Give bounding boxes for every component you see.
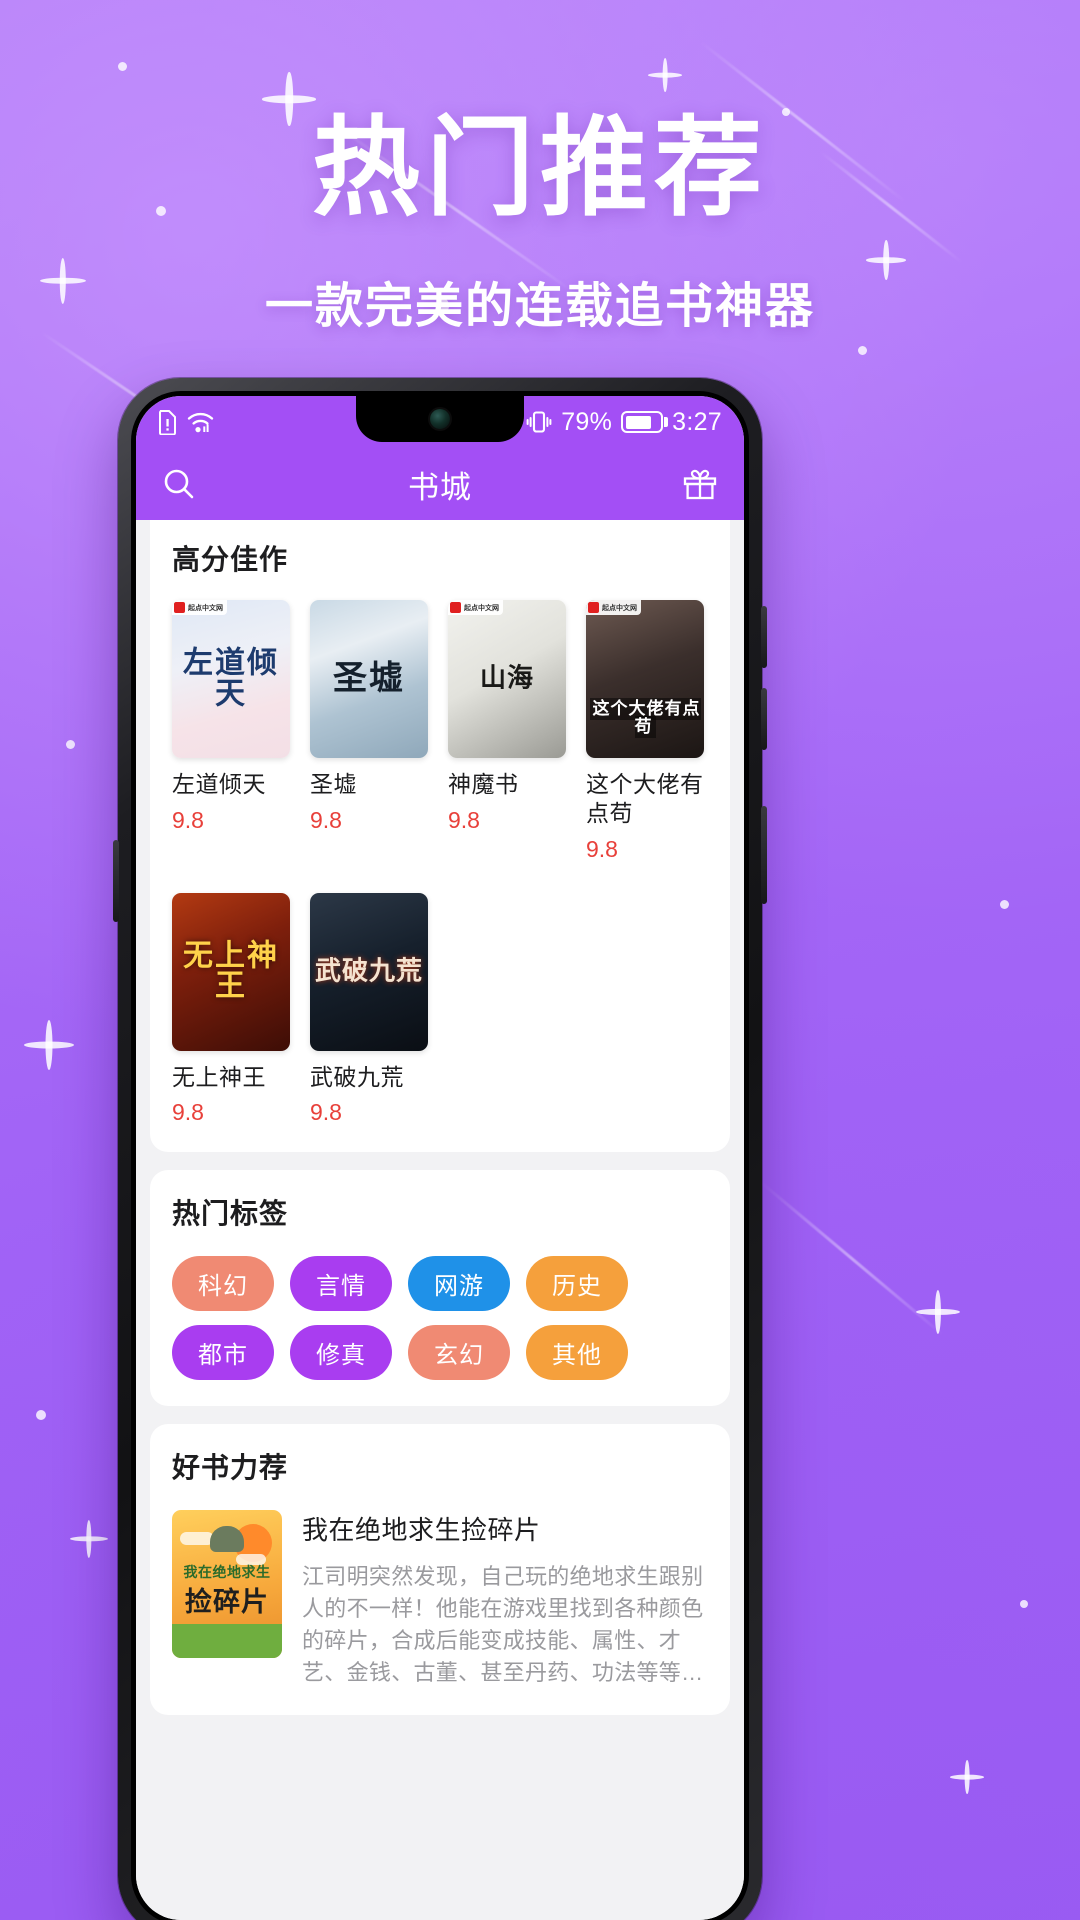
tag-chip[interactable]: 历史	[526, 1256, 628, 1312]
scroll-content[interactable]: 高分佳作 起点中文网 左道倾天 左道倾天 9.8 圣墟 圣墟 9.8 起点中文网…	[136, 520, 744, 1920]
section-title-hot-tags: 热门标签	[172, 1198, 289, 1230]
book-score: 9.8	[172, 806, 204, 833]
vibrate-icon	[526, 411, 552, 433]
recommend-title: 我在绝地求生捡碎片	[302, 1515, 541, 1546]
front-camera-icon	[430, 409, 450, 429]
sparkle-icon	[24, 1020, 74, 1070]
recommend-cover-line2: 捡碎片	[185, 1587, 269, 1619]
book-title: 无上神王	[172, 1063, 266, 1090]
book-cover[interactable]: 武破九荒	[310, 892, 428, 1051]
page-title: 书城	[408, 469, 472, 505]
phone-screen: 79% 3:27 书城 高分佳作 起点中文网 左道倾天 左道倾天 9.8 圣墟 …	[136, 396, 744, 1920]
book-title: 左道倾天	[172, 771, 266, 797]
book-score: 9.8	[172, 1099, 204, 1126]
book-card[interactable]: 起点中文网 左道倾天 左道倾天 9.8	[172, 600, 290, 863]
book-title: 这个大佬有点苟	[586, 771, 704, 826]
tag-chip[interactable]: 科幻	[172, 1256, 274, 1312]
section-hot-tags: 热门标签 科幻 言情 网游 历史 都市 修真 玄幻 其他	[150, 1170, 730, 1407]
tag-list: 科幻 言情 网游 历史 都市 修真 玄幻 其他	[172, 1256, 708, 1381]
tag-chip[interactable]: 其他	[526, 1325, 628, 1381]
status-bar-left	[158, 409, 214, 435]
book-score: 9.8	[310, 806, 342, 833]
book-cover[interactable]: 起点中文网 左道倾天	[172, 600, 290, 758]
publisher-badge: 起点中文网	[586, 600, 641, 615]
book-card[interactable]: 起点中文网 这个大佬有点苟 这个大佬有点苟 9.8	[586, 600, 704, 863]
book-cover[interactable]: 起点中文网 山海	[448, 600, 566, 758]
sim-alert-icon	[159, 409, 176, 435]
book-score: 9.8	[586, 835, 618, 862]
publisher-logo-icon	[450, 602, 461, 613]
sparkle-icon	[866, 240, 906, 280]
sparkle-icon	[648, 58, 682, 92]
book-score: 9.8	[448, 806, 480, 833]
book-score: 9.8	[310, 1099, 342, 1126]
volume-down-button	[761, 688, 767, 750]
book-cover[interactable]: 圣墟	[310, 600, 428, 758]
publisher-label: 起点中文网	[464, 604, 499, 612]
publisher-logo-icon	[174, 602, 185, 613]
recommend-desc: 江司明突然发现，自己玩的绝地求生跟别人的不一样！他能在游戏里找到各种颜色的碎片，…	[302, 1564, 704, 1685]
cover-title: 左道倾天	[183, 645, 279, 711]
power-button	[761, 806, 767, 904]
publisher-label: 起点中文网	[188, 604, 223, 612]
tag-chip[interactable]: 网游	[408, 1256, 510, 1312]
book-card[interactable]: 起点中文网 山海 神魔书 9.8	[448, 600, 566, 863]
volume-up-button	[761, 606, 767, 668]
cloud-decoration	[180, 1532, 214, 1546]
book-cover[interactable]: 无上神王	[172, 892, 290, 1051]
phone-notch	[356, 396, 524, 442]
book-title: 武破九荒	[310, 1063, 404, 1090]
book-card[interactable]: 圣墟 圣墟 9.8	[310, 600, 428, 863]
recommend-cover-line1: 我在绝地求生	[183, 1564, 271, 1581]
cover-title: 圣墟	[333, 658, 405, 699]
cover-title: 武破九荒	[314, 956, 423, 987]
tag-chip[interactable]: 修真	[290, 1325, 392, 1381]
cover-title: 无上神王	[183, 937, 279, 1004]
app-bar: 书城	[136, 448, 744, 520]
recommend-item[interactable]: 我在绝地求生 捡碎片 我在绝地求生捡碎片 江司明突然发现，自己玩的绝地求生跟别人…	[172, 1510, 708, 1689]
publisher-label: 起点中文网	[602, 604, 637, 612]
battery-icon	[621, 411, 664, 433]
clock-label: 3:27	[672, 407, 722, 436]
helmet-decoration	[210, 1526, 244, 1553]
publisher-badge: 起点中文网	[172, 600, 227, 615]
sparkle-icon	[70, 1520, 108, 1558]
recommend-cover[interactable]: 我在绝地求生 捡碎片	[172, 1510, 282, 1659]
search-icon[interactable]	[162, 467, 196, 501]
wifi-icon	[187, 412, 214, 433]
book-grid: 起点中文网 左道倾天 左道倾天 9.8 圣墟 圣墟 9.8 起点中文网 山海 神…	[172, 600, 708, 1126]
book-title: 圣墟	[310, 771, 357, 797]
promo-title: 热门推荐	[311, 107, 768, 228]
publisher-badge: 起点中文网	[448, 600, 503, 615]
book-card[interactable]: 无上神王 无上神王 9.8	[172, 892, 290, 1127]
tag-chip[interactable]: 都市	[172, 1325, 274, 1381]
section-high-score: 高分佳作 起点中文网 左道倾天 左道倾天 9.8 圣墟 圣墟 9.8 起点中文网…	[150, 520, 730, 1153]
section-title-recommend: 好书力荐	[172, 1452, 289, 1484]
cover-title: 这个大佬有点苟	[586, 698, 704, 738]
recommend-body: 我在绝地求生捡碎片 江司明突然发现，自己玩的绝地求生跟别人的不一样！他能在游戏里…	[302, 1510, 708, 1689]
book-cover[interactable]: 起点中文网 这个大佬有点苟	[586, 600, 704, 758]
battery-percent-label: 79%	[561, 407, 613, 436]
phone-mockup: 79% 3:27 书城 高分佳作 起点中文网 左道倾天 左道倾天 9.8 圣墟 …	[113, 378, 767, 1920]
sparkle-icon	[916, 1290, 960, 1334]
tag-chip[interactable]: 玄幻	[408, 1325, 510, 1381]
tag-chip[interactable]: 言情	[290, 1256, 392, 1312]
promo-subtitle: 一款完美的连载追书神器	[264, 280, 815, 333]
assistant-button	[113, 840, 119, 922]
ground-decoration	[172, 1624, 282, 1659]
sparkle-icon	[950, 1760, 984, 1794]
book-card[interactable]: 武破九荒 武破九荒 9.8	[310, 892, 428, 1127]
phone-bezel: 79% 3:27 书城 高分佳作 起点中文网 左道倾天 左道倾天 9.8 圣墟 …	[131, 391, 749, 1920]
publisher-logo-icon	[588, 602, 599, 613]
cover-title: 山海	[479, 663, 534, 694]
section-title-high-score: 高分佳作	[172, 544, 289, 575]
section-recommend: 好书力荐 我在绝地求生 捡碎片 我在绝地求生捡碎片 江司明突然发现，自己玩的绝地…	[150, 1424, 730, 1715]
book-title: 神魔书	[448, 771, 519, 797]
gift-icon[interactable]	[682, 467, 718, 501]
